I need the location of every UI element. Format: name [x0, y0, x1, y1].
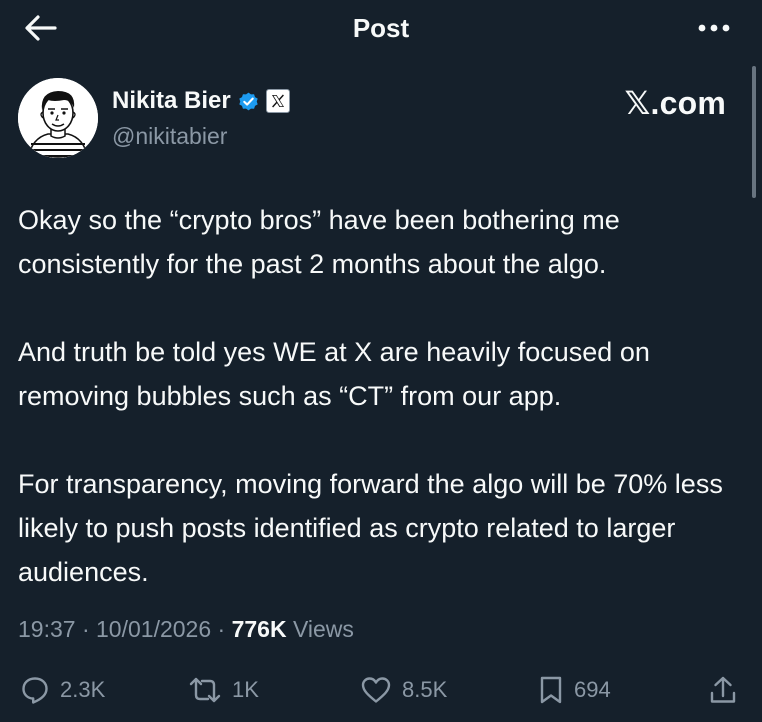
share-icon [710, 676, 736, 703]
avatar[interactable] [18, 78, 98, 158]
post-metadata: 19:37 · 10/01/2026 · 776K Views [18, 614, 354, 644]
scrollbar[interactable] [752, 66, 756, 198]
like-icon [361, 677, 391, 703]
post-paragraph: And truth be told yes WE at X are heavil… [18, 337, 650, 411]
share-button[interactable] [708, 670, 738, 710]
post-date[interactable]: 10/01/2026 [96, 616, 211, 642]
post-paragraph: For transparency, moving forward the alg… [18, 469, 723, 587]
avatar-illustration [18, 78, 98, 158]
bookmark-count: 694 [574, 677, 611, 702]
author-name-row: Nikita Bier [112, 86, 290, 116]
repost-count: 1K [232, 677, 259, 702]
reply-button[interactable]: 2.3K [20, 670, 105, 710]
reply-count: 2.3K [60, 677, 106, 702]
more-options-button[interactable] [692, 12, 736, 44]
verified-badge-icon[interactable] [237, 90, 260, 113]
more-horizontal-icon [698, 24, 730, 32]
page-title: Post [352, 13, 410, 43]
x-logo-icon: 𝕏 [624, 85, 651, 121]
views-label[interactable]: Views [293, 616, 354, 642]
arrow-left-icon [25, 15, 57, 41]
author-handle[interactable]: @nikitabier [112, 122, 227, 150]
like-button[interactable]: 8.5K [360, 670, 447, 710]
reply-icon [22, 677, 48, 704]
repost-button[interactable]: 1K [188, 670, 259, 710]
x-affiliate-badge[interactable] [265, 89, 290, 113]
repost-icon [189, 677, 221, 703]
post-text: Okay so the “crypto bros” have been both… [18, 198, 752, 594]
bookmark-icon [540, 676, 562, 704]
x-logo-icon [271, 94, 284, 108]
author-display-name[interactable]: Nikita Bier [112, 86, 231, 116]
x-com-watermark: 𝕏 .com [625, 84, 726, 122]
post-time[interactable]: 19:37 [18, 616, 76, 642]
top-bar: Post [0, 0, 762, 56]
like-count: 8.5K [402, 677, 448, 702]
separator-dot: · [211, 616, 232, 642]
brand-text: .com [650, 85, 726, 121]
action-bar: 2.3K 1K 8.5K 694 [0, 670, 762, 712]
bookmark-button[interactable]: 694 [538, 670, 611, 710]
back-button[interactable] [18, 8, 62, 48]
post-paragraph: Okay so the “crypto bros” have been both… [18, 205, 620, 279]
views-count[interactable]: 776K [232, 616, 287, 642]
separator-dot: · [75, 616, 97, 642]
